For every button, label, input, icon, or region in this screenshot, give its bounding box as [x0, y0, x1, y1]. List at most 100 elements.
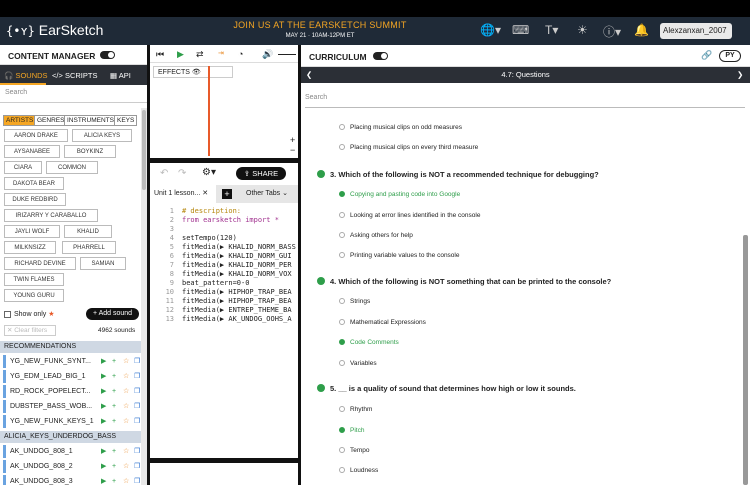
answer-option[interactable]: Mathematical Expressions	[339, 319, 426, 326]
chapter-title[interactable]: 4.7: Questions	[301, 67, 750, 83]
copy-icon[interactable]: ❐	[134, 400, 140, 413]
add-icon[interactable]: +	[112, 385, 116, 398]
code-line[interactable]: fitMedia(▶ KHALID_NORM_VOX	[182, 270, 296, 278]
curriculum-toggle[interactable]	[373, 52, 388, 60]
code-line[interactable]: fitMedia(▶ ENTREP_THEME_BA	[182, 306, 296, 314]
sound-item[interactable]: AK_UNDOG_808_2 ▶ + ☆ ❐	[3, 460, 141, 473]
copy-icon[interactable]: ❐	[134, 460, 140, 473]
sound-item[interactable]: YG_EDM_LEAD_BIG_1 ▶ + ☆ ❐	[3, 370, 141, 383]
star-icon[interactable]: ☆	[123, 415, 129, 428]
checkbox-icon[interactable]	[4, 310, 11, 318]
code-line[interactable]: fitMedia(▶ KHALID_NORM_BASS	[182, 243, 296, 251]
new-tab-button[interactable]: +	[222, 189, 232, 199]
answer-option[interactable]: Variables	[339, 360, 377, 367]
play-icon[interactable]: ▶	[101, 475, 106, 485]
artist-filter[interactable]: TWIN FLAMES	[4, 273, 64, 286]
code-line[interactable]: # description:	[182, 207, 296, 215]
star-icon[interactable]: ☆	[123, 475, 129, 485]
close-icon[interactable]: ✕	[202, 190, 208, 197]
code-line[interactable]: fitMedia(▶ HIPHOP_TRAP_BEA	[182, 288, 296, 296]
effects-toggle[interactable]: EFFECTS 👁	[153, 66, 233, 78]
star-icon[interactable]: ☆	[123, 445, 129, 458]
recommendations-header[interactable]: RECOMMENDATIONS	[0, 341, 141, 353]
add-icon[interactable]: +	[112, 415, 116, 428]
copy-icon[interactable]: ❐	[134, 415, 140, 428]
artist-filter[interactable]: CIARA	[4, 161, 42, 174]
code-editor[interactable]: 1 # description: 2 from earsketch import *…	[150, 205, 298, 460]
tab-api[interactable]: ▦ API	[110, 71, 131, 80]
answer-option[interactable]: Asking others for help	[339, 232, 413, 239]
answer-option[interactable]: Rhythm	[339, 406, 372, 413]
brightness-icon[interactable]: ☀	[577, 23, 588, 37]
play-icon[interactable]: ▶	[101, 370, 106, 383]
copy-icon[interactable]: ❐	[134, 445, 140, 458]
content-manager-toggle[interactable]	[100, 51, 115, 59]
star-icon[interactable]: ☆	[123, 460, 129, 473]
answer-option[interactable]: Pitch	[339, 427, 364, 434]
artist-filter[interactable]: AARON DRAKE	[4, 129, 68, 142]
undo-icon[interactable]: ↶	[160, 168, 168, 179]
copy-icon[interactable]: ❐	[134, 475, 140, 485]
sound-search-input[interactable]: Search	[0, 85, 147, 103]
answer-option[interactable]: Tempo	[339, 447, 370, 454]
artist-filter[interactable]: MILKNSIZZ	[4, 241, 56, 254]
add-icon[interactable]: +	[112, 445, 116, 458]
font-size-icon[interactable]: T▾	[545, 23, 558, 37]
tab-script[interactable]: Unit 1 lesson... ✕	[150, 185, 216, 203]
play-icon[interactable]: ▶	[177, 49, 184, 60]
zoom-in-icon[interactable]: +	[290, 135, 295, 145]
tab-scripts[interactable]: </> SCRIPTS	[52, 71, 97, 80]
artist-filter[interactable]: KHALID	[64, 225, 112, 238]
show-only-favorites[interactable]: Show only ★	[4, 310, 55, 318]
sound-item[interactable]: RD_ROCK_POPELECT... ▶ + ☆ ❐	[3, 385, 141, 398]
user-menu-button[interactable]: Alexzanxan_2007 ▾	[660, 23, 732, 51]
artist-filter[interactable]: RICHARD DEVINE	[4, 257, 76, 270]
play-icon[interactable]: ▶	[101, 415, 106, 428]
artist-filter[interactable]: AYSANABEE	[4, 145, 60, 158]
code-line[interactable]: from earsketch import *	[182, 216, 296, 224]
code-line[interactable]: fitMedia(▶ KHALID_NORM_GUI	[182, 252, 296, 260]
answer-option[interactable]: Placing musical clips on odd measures	[339, 124, 462, 131]
gear-icon[interactable]: ⚙▾	[202, 167, 216, 178]
metronome-icon[interactable]: ◔	[238, 49, 243, 59]
add-icon[interactable]: +	[112, 460, 116, 473]
app-logo[interactable]: {•ʏ} EarSketch	[6, 22, 103, 38]
code-line[interactable]: fitMedia(▶ AK_UNDOG_OOHS_A	[182, 315, 296, 323]
filter-tab-keys[interactable]: KEYS	[114, 115, 138, 126]
info-icon[interactable]: ⓘ▾	[603, 23, 621, 40]
bell-icon[interactable]: 🔔	[634, 23, 649, 37]
artist-filter[interactable]: JAYLI WOLF	[4, 225, 60, 238]
play-icon[interactable]: ▶	[101, 460, 106, 473]
redo-icon[interactable]: ↷	[178, 168, 186, 179]
scrollbar-thumb[interactable]	[142, 110, 146, 190]
other-tabs-dropdown[interactable]: Other Tabs ⌄	[246, 185, 288, 203]
code-line[interactable]: setTempo(120)	[182, 234, 296, 242]
keyboard-icon[interactable]: ⌨	[512, 23, 529, 37]
add-icon[interactable]: +	[112, 355, 116, 368]
add-icon[interactable]: +	[112, 370, 116, 383]
sound-item[interactable]: DUBSTEP_BASS_WOB... ▶ + ☆ ❐	[3, 400, 141, 413]
zoom-out-icon[interactable]: −	[290, 145, 295, 155]
answer-option[interactable]: Placing musical clips on every third mea…	[339, 144, 478, 151]
summit-banner[interactable]: JOIN US AT THE EARSKETCH SUMMIT MAY 21 ·…	[200, 20, 440, 39]
follow-icon[interactable]: ⇥	[218, 49, 224, 57]
language-badge[interactable]: PY	[719, 50, 741, 62]
loop-icon[interactable]: ⇄	[196, 49, 204, 60]
share-button[interactable]: ⇪ SHARE	[236, 167, 286, 180]
answer-option[interactable]: Loudness	[339, 467, 378, 474]
globe-icon[interactable]: 🌐▾	[480, 23, 501, 37]
volume-icon[interactable]: 🔊	[262, 49, 273, 60]
code-line[interactable]: fitMedia(▶ KHALID_NORM_PER	[182, 261, 296, 269]
answer-option[interactable]: Looking at error lines identified in the…	[339, 212, 480, 219]
star-icon[interactable]: ☆	[123, 355, 129, 368]
answer-option[interactable]: Code Comments	[339, 339, 399, 346]
filter-tab-instruments[interactable]: INSTRUMENTS	[64, 115, 117, 126]
curriculum-scrollbar[interactable]	[743, 235, 748, 485]
sound-item[interactable]: AK_UNDOG_808_3 ▶ + ☆ ❐	[3, 475, 141, 485]
copy-icon[interactable]: ❐	[134, 385, 140, 398]
star-icon[interactable]: ☆	[123, 400, 129, 413]
play-icon[interactable]: ▶	[101, 385, 106, 398]
rewind-icon[interactable]: ⏮	[156, 49, 164, 60]
artist-filter[interactable]: ALICIA KEYS	[72, 129, 132, 142]
artist-filter[interactable]: PHARRELL	[62, 241, 116, 254]
